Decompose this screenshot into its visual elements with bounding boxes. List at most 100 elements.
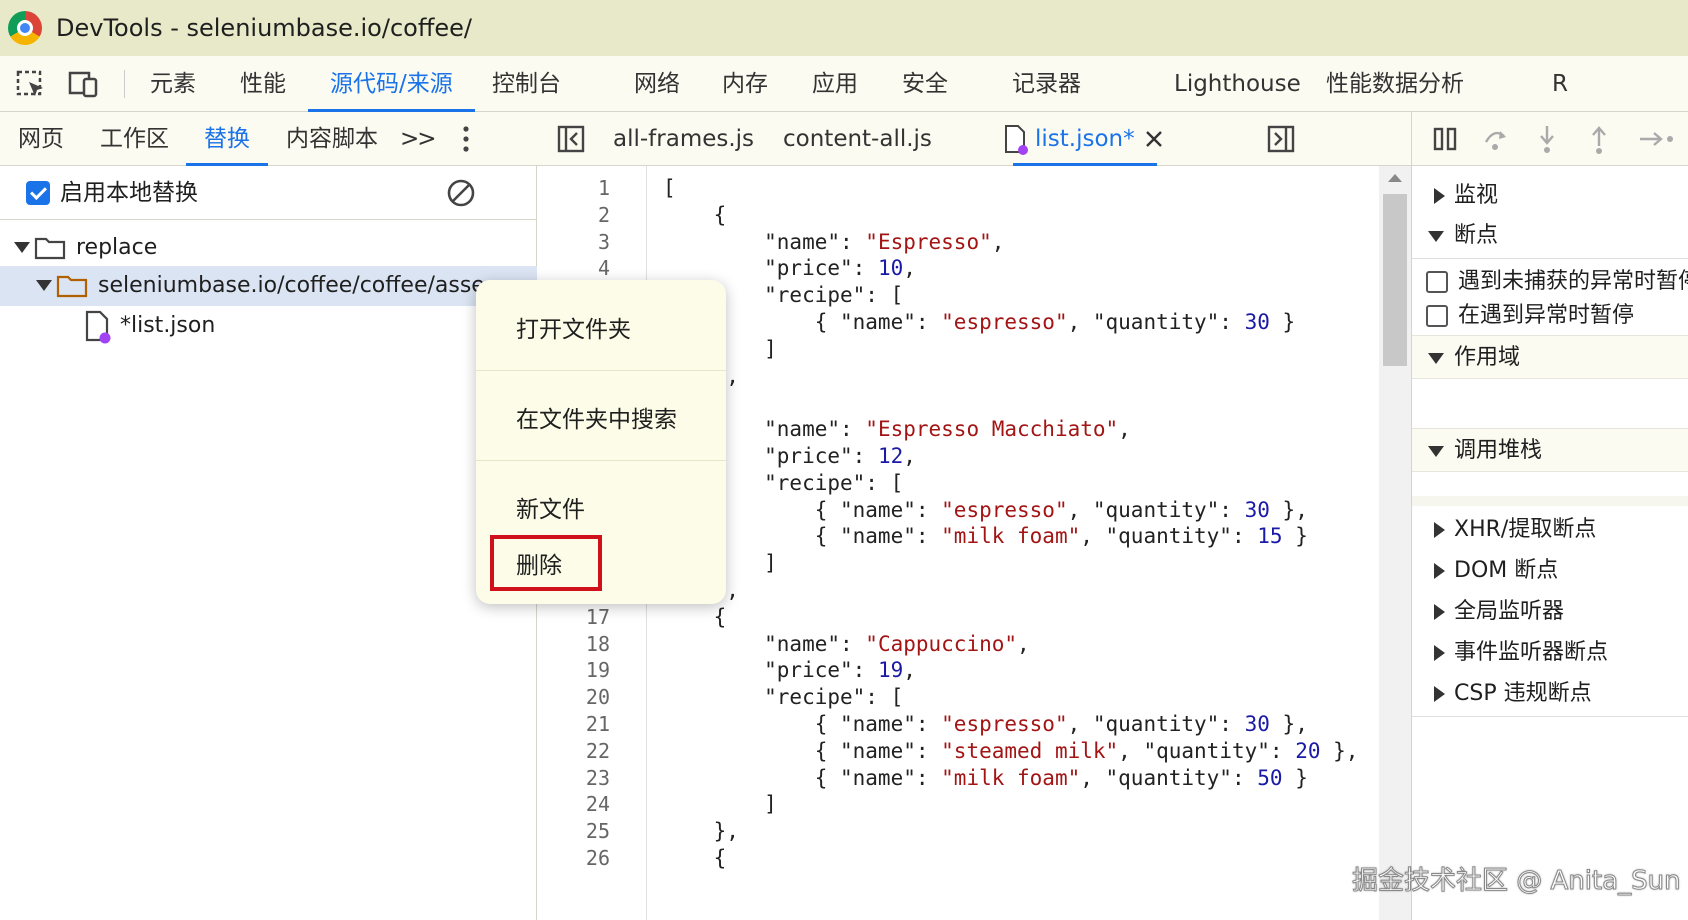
editor-tabbar: all-frames.js content-all.js list.json* [537,112,1411,166]
tab-application[interactable]: 应用 [812,56,858,112]
close-tab-icon[interactable] [1145,130,1163,148]
editor-tab-all-frames[interactable]: all-frames.js [613,112,754,166]
device-toolbar-icon[interactable] [68,70,98,98]
tab-network[interactable]: 网络 [634,56,680,112]
step-out-icon[interactable] [1588,124,1610,154]
section-global-listeners[interactable]: 全局监听器 [1412,590,1688,634]
code-line[interactable]: }, [663,817,739,846]
editor-scrollbar[interactable] [1379,166,1411,920]
line-number[interactable]: 20 [586,683,610,712]
code-line[interactable]: { "name": "espresso", "quantity": 30 } [663,308,1296,337]
subtab-overrides[interactable]: 替换 [186,112,268,166]
section-breakpoints[interactable]: 断点 [1412,214,1688,258]
code-content[interactable]: [ { "name": "Espresso", "price": 10, "re… [663,166,1383,920]
clear-overrides-icon[interactable] [446,178,476,208]
code-line[interactable]: "price": 19, [663,656,916,685]
tree-item-site-folder[interactable]: seleniumbase.io/coffee/coffee/asse [0,266,537,306]
toggle-debugger-icon[interactable] [1267,125,1295,153]
step-icon[interactable] [1638,128,1678,150]
tab-performance[interactable]: 性能 [240,56,286,112]
tab-more-truncated[interactable]: R [1552,56,1568,112]
section-csp-breakpoints[interactable]: CSP 违规断点 [1412,672,1688,716]
subtab-page[interactable]: 网页 [18,112,64,166]
code-line[interactable]: [ [663,174,676,203]
step-into-icon[interactable] [1536,124,1558,154]
tab-sources[interactable]: 源代码/来源 [308,56,475,112]
code-line[interactable]: { "name": "espresso", "quantity": 30 }, [663,710,1308,739]
section-call-stack[interactable]: 调用堆栈 [1412,428,1688,472]
more-options-icon[interactable] [460,124,472,154]
line-number[interactable]: 19 [586,656,610,685]
line-number[interactable]: 2 [598,201,610,230]
subtab-workspace[interactable]: 工作区 [100,112,169,166]
code-line[interactable]: ] [663,790,777,819]
scroll-up-arrow-icon[interactable] [1388,174,1402,182]
collapse-triangle-icon[interactable] [1434,563,1445,579]
pause-uncaught-checkbox[interactable] [1426,271,1448,293]
section-dom-breakpoints[interactable]: DOM 断点 [1412,549,1688,593]
tab-security[interactable]: 安全 [902,56,948,112]
code-line[interactable]: "name": "Espresso Macchiato", [663,415,1131,444]
section-scope[interactable]: 作用域 [1412,335,1688,379]
code-line[interactable]: { [663,603,727,632]
code-token: } [1282,765,1308,790]
editor-tab-list-json[interactable]: list.json* [1013,112,1157,166]
line-number[interactable]: 23 [586,764,610,793]
line-number[interactable]: 3 [598,228,610,257]
collapse-triangle-icon[interactable] [1434,522,1445,538]
tree-item-list-json[interactable]: *list.json [0,306,537,346]
step-over-icon[interactable] [1482,126,1510,152]
line-number[interactable]: 25 [586,817,610,846]
expand-triangle-icon[interactable] [1428,353,1444,364]
subtab-content-scripts[interactable]: 内容脚本 [286,112,378,166]
collapse-triangle-icon[interactable] [1434,188,1445,204]
enable-overrides-checkbox[interactable] [26,181,50,205]
editor-tab-content-all[interactable]: content-all.js [783,112,932,166]
pause-caught-checkbox[interactable] [1426,305,1448,327]
line-number[interactable]: 17 [586,603,610,632]
code-line[interactable]: { "name": "steamed milk", "quantity": 20… [663,737,1359,766]
menu-item-new-file[interactable]: 新文件 [516,490,585,524]
expand-triangle-icon[interactable] [36,280,52,291]
line-number[interactable]: 26 [586,844,610,873]
collapse-triangle-icon[interactable] [1434,645,1445,661]
code-line[interactable]: { "name": "espresso", "quantity": 30 }, [663,496,1308,525]
code-line[interactable]: { [663,201,727,230]
code-line[interactable]: { [663,844,727,873]
code-token: , "quantity": [1080,765,1258,790]
line-number[interactable]: 1 [598,174,610,203]
more-tabs-chevron-icon[interactable]: >> [400,112,437,166]
tree-item-replace-folder[interactable]: replace [0,228,537,268]
inspect-element-icon[interactable] [16,70,46,98]
scrollbar-thumb[interactable] [1383,194,1407,366]
collapse-triangle-icon[interactable] [1434,686,1445,702]
tab-console[interactable]: 控制台 [492,56,561,112]
tab-elements[interactable]: 元素 [150,56,196,112]
expand-triangle-icon[interactable] [14,242,30,253]
checkbox-label: 在遇到异常时暂停 [1458,303,1635,328]
toggle-navigator-icon[interactable] [557,125,585,153]
pause-icon[interactable] [1432,126,1458,152]
line-number[interactable]: 21 [586,710,610,739]
code-line[interactable]: "name": "Cappuccino", [663,630,1030,659]
section-watch[interactable]: 监视 [1412,174,1688,218]
code-line[interactable]: { "name": "milk foam", "quantity": 50 } [663,764,1308,793]
section-xhr-breakpoints[interactable]: XHR/提取断点 [1412,508,1688,552]
tab-performance-insights[interactable]: 性能数据分析 [1326,56,1464,112]
line-number[interactable]: 22 [586,737,610,766]
code-line[interactable]: "recipe": [ [663,683,903,712]
code-line[interactable]: "name": "Espresso", [663,228,1004,257]
tab-memory[interactable]: 内存 [722,56,768,112]
code-line[interactable]: { "name": "milk foam", "quantity": 15 } [663,522,1308,551]
pause-caught-row: 在遇到异常时暂停 [1412,294,1688,338]
expand-triangle-icon[interactable] [1428,446,1444,457]
line-number[interactable]: 18 [586,630,610,659]
tab-lighthouse[interactable]: Lighthouse [1174,56,1301,112]
menu-item-search-in-folder[interactable]: 在文件夹中搜索 [516,400,677,434]
expand-triangle-icon[interactable] [1428,231,1444,242]
tab-recorder[interactable]: 记录器 [1012,56,1081,112]
menu-item-open-folder[interactable]: 打开文件夹 [516,310,631,344]
collapse-triangle-icon[interactable] [1434,604,1445,620]
line-number[interactable]: 24 [586,790,610,819]
section-event-listener-breakpoints[interactable]: 事件监听器断点 [1412,631,1688,675]
